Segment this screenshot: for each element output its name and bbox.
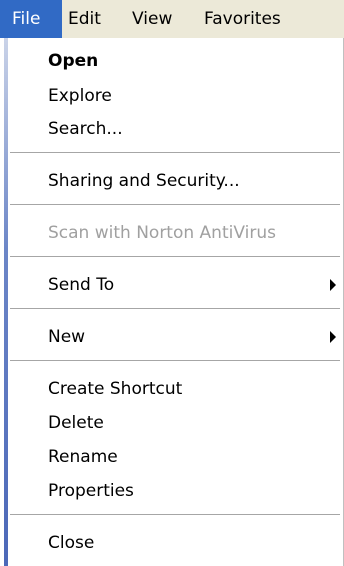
menu-item-send-to-label: Send To bbox=[48, 275, 115, 295]
menu-item-rename[interactable]: Rename bbox=[8, 442, 342, 472]
menu-item-open[interactable]: Open bbox=[8, 46, 342, 76]
menu-bar: File Edit View Favorites bbox=[0, 0, 344, 38]
menu-separator bbox=[10, 360, 340, 362]
submenu-arrow-icon bbox=[330, 331, 336, 343]
menu-separator bbox=[10, 514, 340, 516]
menu-item-send-to[interactable]: Send To bbox=[8, 270, 342, 300]
menu-separator bbox=[10, 152, 340, 154]
menu-item-search[interactable]: Search... bbox=[8, 114, 342, 144]
menu-separator bbox=[10, 256, 340, 258]
menu-file[interactable]: File bbox=[0, 0, 62, 38]
menu-item-create-shortcut[interactable]: Create Shortcut bbox=[8, 374, 342, 404]
menu-separator bbox=[10, 204, 340, 206]
menu-item-new-label: New bbox=[48, 327, 86, 347]
menu-edit[interactable]: Edit bbox=[62, 0, 120, 38]
menu-item-new[interactable]: New bbox=[8, 322, 342, 352]
menu-item-properties[interactable]: Properties bbox=[8, 476, 342, 506]
file-menu-dropdown: Open Explore Search... Sharing and Secur… bbox=[8, 38, 344, 566]
menu-item-explore[interactable]: Explore bbox=[8, 81, 342, 111]
menu-favorites[interactable]: Favorites bbox=[186, 0, 344, 38]
explorer-window: File Edit View Favorites Open Explore Se… bbox=[0, 0, 344, 566]
menu-item-norton-scan: Scan with Norton AntiVirus bbox=[48, 223, 276, 243]
menu-item-close[interactable]: Close bbox=[8, 528, 342, 558]
menu-separator bbox=[10, 308, 340, 310]
menu-item-delete[interactable]: Delete bbox=[8, 408, 342, 438]
menu-view[interactable]: View bbox=[120, 0, 186, 38]
menu-item-sharing-security[interactable]: Sharing and Security... bbox=[8, 166, 342, 196]
submenu-arrow-icon bbox=[330, 279, 336, 291]
